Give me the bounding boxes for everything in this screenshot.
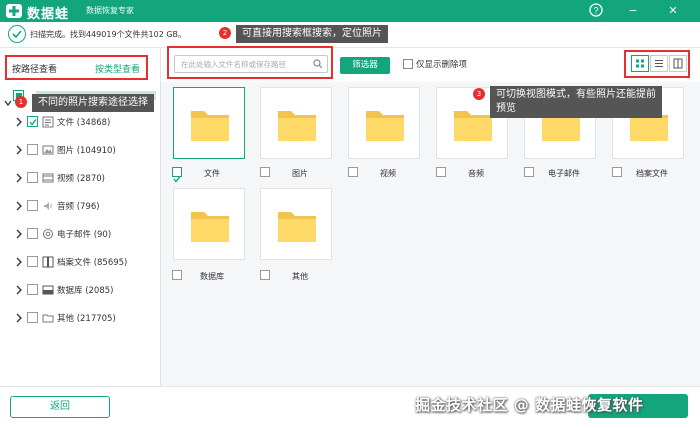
deleted-only-checkbox[interactable]: [403, 59, 413, 69]
callout-1-number: 1: [15, 96, 27, 108]
folder-icon: [191, 212, 229, 242]
tree-item-label: 档案文件 (85695): [57, 258, 128, 268]
tree-checkbox[interactable]: [27, 144, 38, 155]
folder-label: 视频: [380, 169, 396, 178]
tree-item-label: 其他 (217705): [57, 314, 116, 324]
folder-label: 数据库: [200, 272, 224, 281]
help-icon[interactable]: ?: [588, 3, 604, 19]
scan-complete-icon: [8, 25, 26, 43]
app-logo-icon: [6, 4, 22, 18]
watermark-text: 掘金技术社区 @ 数据蛙恢复软件: [415, 396, 644, 414]
video-icon: [42, 173, 54, 183]
minimize-icon[interactable]: −: [625, 3, 641, 19]
folder-label: 图片: [292, 169, 308, 178]
app-brand: 数据蛙: [27, 7, 70, 22]
tree-checkbox[interactable]: [27, 172, 38, 183]
callout-2: 可直接用搜索框搜索，定位照片: [236, 25, 388, 43]
tree-item-videos[interactable]: 视频 (2870): [0, 170, 160, 190]
callout-1: 不同的照片搜索途径选择: [32, 94, 154, 112]
database-icon: [42, 285, 54, 295]
chevron-right-icon[interactable]: [15, 117, 23, 127]
tree-item-database[interactable]: 数据库 (2085): [0, 282, 160, 302]
tree-item-email[interactable]: 电子邮件 (90): [0, 226, 160, 246]
scan-status-text: 扫描完成。找到449019个文件共102 GB。: [30, 30, 187, 39]
tab-by-type[interactable]: 按类型查看: [95, 62, 140, 75]
grid-view-icon[interactable]: [631, 55, 649, 72]
search-highlight-frame: [167, 46, 333, 79]
tree-item-images[interactable]: 图片 (104910): [0, 142, 160, 162]
preview-view-icon[interactable]: [669, 55, 687, 72]
folder-card-database[interactable]: [173, 188, 245, 260]
tree-checkbox[interactable]: [27, 256, 38, 267]
svg-text:?: ?: [593, 6, 598, 16]
folder-icon: [191, 111, 229, 141]
archive-icon: [42, 256, 54, 268]
folder-label: 电子邮件: [548, 169, 580, 178]
list-view-icon[interactable]: [650, 55, 668, 72]
image-icon: [42, 145, 54, 155]
callout-3: 可切换视图模式，有些照片还能提前 预览: [490, 86, 662, 118]
tree-checkbox[interactable]: [27, 200, 38, 211]
callout-3-line1: 可切换视图模式，有些照片还能提前: [496, 89, 656, 100]
folder-card-documents[interactable]: [173, 87, 245, 159]
other-folder-icon: [42, 314, 54, 323]
tree-checkbox[interactable]: [27, 228, 38, 239]
folder-icon: [454, 111, 492, 141]
tree-checkbox[interactable]: [27, 312, 38, 323]
folder-label: 其他: [292, 272, 308, 281]
chevron-right-icon[interactable]: [15, 257, 23, 267]
tree-checkbox[interactable]: [27, 284, 38, 295]
folder-label: 文件: [204, 169, 220, 178]
audio-icon: [44, 202, 52, 210]
tree-item-archives[interactable]: 档案文件 (85695): [0, 254, 160, 274]
callout-3-number: 3: [473, 88, 485, 100]
tree-item-label: 文件 (34868): [57, 118, 111, 128]
folder-icon: [366, 111, 404, 141]
callout-2-number: 2: [219, 27, 231, 39]
email-icon: [43, 229, 53, 239]
chevron-right-icon[interactable]: [15, 285, 23, 295]
app-subtitle: 数据恢复专家: [86, 6, 134, 15]
tree-item-label: 数据库 (2085): [57, 286, 114, 296]
deleted-only-label: 仅显示删除项: [416, 60, 468, 70]
folder-label: 档案文件: [636, 169, 668, 178]
folder-card-videos[interactable]: [348, 87, 420, 159]
back-button[interactable]: 返回: [10, 396, 110, 418]
chevron-right-icon[interactable]: [15, 173, 23, 183]
folder-icon: [278, 212, 316, 242]
tree-item-label: 电子邮件 (90): [57, 230, 112, 240]
tree-item-documents[interactable]: 文件 (34868): [0, 114, 160, 134]
callout-3-line2: 预览: [496, 103, 516, 114]
document-icon: [42, 116, 54, 128]
title-bar: 数据蛙 数据恢复专家 ? − ✕: [0, 0, 700, 22]
chevron-right-icon[interactable]: [15, 229, 23, 239]
tree-item-other[interactable]: 其他 (217705): [0, 310, 160, 330]
chevron-right-icon[interactable]: [15, 313, 23, 323]
folder-card-images[interactable]: [260, 87, 332, 159]
folder-icon: [278, 111, 316, 141]
tree-item-audio[interactable]: 音频 (796): [0, 198, 160, 218]
folder-card-other[interactable]: [260, 188, 332, 260]
filter-button[interactable]: 筛选器: [340, 57, 390, 74]
tree-item-label: 视频 (2870): [57, 174, 105, 184]
tree-item-label: 图片 (104910): [57, 146, 116, 156]
tab-by-path[interactable]: 按路径查看: [12, 62, 57, 75]
close-icon[interactable]: ✕: [665, 3, 681, 19]
chevron-right-icon[interactable]: [15, 201, 23, 211]
root-chevron-icon[interactable]: [4, 92, 12, 107]
tree-checkbox[interactable]: [27, 116, 38, 127]
tree-item-label: 音频 (796): [57, 202, 100, 212]
chevron-right-icon[interactable]: [15, 145, 23, 155]
folder-label: 音频: [468, 169, 484, 178]
